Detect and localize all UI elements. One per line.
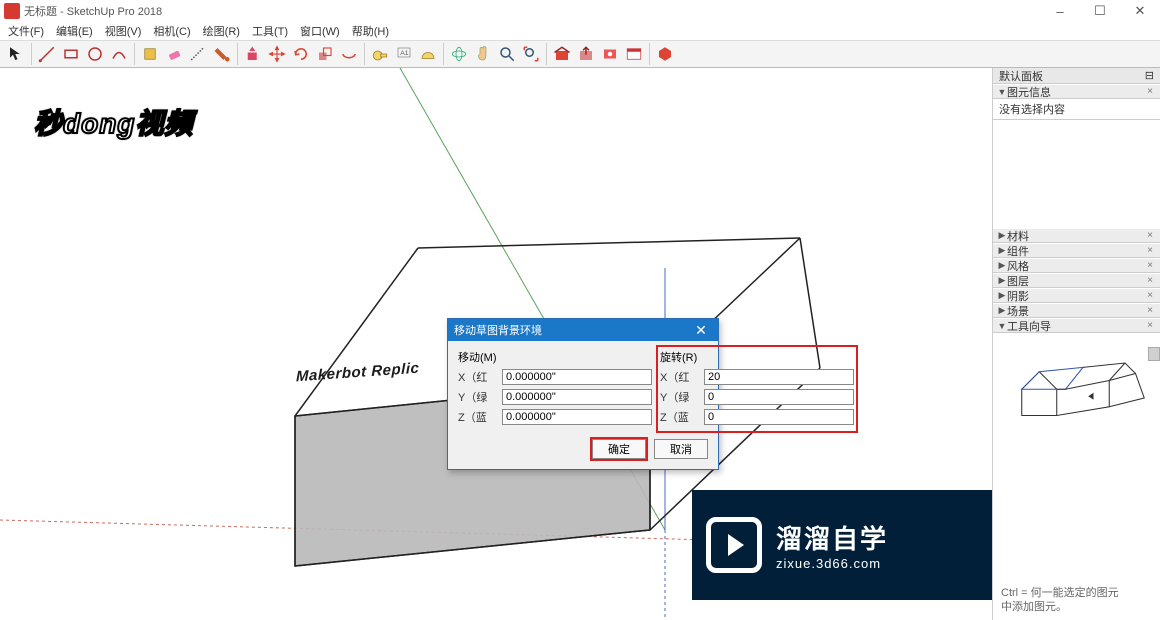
menu-help[interactable]: 帮助(H) [346, 22, 395, 40]
app-icon [4, 3, 20, 19]
maximize-button[interactable]: ☐ [1080, 0, 1120, 22]
orbit-tool-icon[interactable] [447, 42, 471, 66]
section-close-icon[interactable]: × [1144, 290, 1156, 301]
move-y-input[interactable] [502, 389, 652, 405]
section-style[interactable]: 风格 [1007, 258, 1029, 274]
section-instructor[interactable]: 工具向导 [1007, 318, 1051, 334]
instructor-text-line2: 中添加图元。 [1001, 600, 1148, 614]
watermark-logo-1: 秒dong视频 [34, 102, 193, 142]
menu-camera[interactable]: 相机(C) [147, 22, 196, 40]
section-close-icon[interactable]: × [1144, 320, 1156, 331]
menu-draw[interactable]: 绘图(R) [197, 22, 246, 40]
watermark2-line2: zixue.3d66.com [776, 556, 888, 571]
instructor-text-line1: Ctrl = 何一能选定的图元 [1001, 586, 1148, 600]
tray-header-label: 默认面板 [999, 68, 1043, 84]
arc-tool-icon[interactable] [107, 42, 131, 66]
menu-file[interactable]: 文件(F) [2, 22, 50, 40]
zoom-extents-icon[interactable] [519, 42, 543, 66]
tape-tool-icon[interactable] [186, 42, 210, 66]
menu-edit[interactable]: 编辑(E) [50, 22, 99, 40]
rotate-z-label: Z（蓝 [660, 409, 704, 425]
component-tool-icon[interactable] [138, 42, 162, 66]
move-sketch-dialog: 移动草图背景环境 ✕ 移动(M) X（红 Y（绿 Z（蓝 旋转(R) X（红 Y… [447, 318, 719, 470]
offset-tool-icon[interactable] [337, 42, 361, 66]
move-z-input[interactable] [502, 409, 652, 425]
extension-icon[interactable] [598, 42, 622, 66]
move-tool-icon[interactable] [265, 42, 289, 66]
rotate-z-input[interactable] [704, 409, 854, 425]
zoom-tool-icon[interactable] [495, 42, 519, 66]
dialog-cancel-button[interactable]: 取消 [654, 439, 708, 459]
text-tool-icon[interactable]: A1 [392, 42, 416, 66]
main-toolbar: A1 [0, 40, 1160, 68]
scale-tool-icon[interactable] [313, 42, 337, 66]
rotate-x-input[interactable] [704, 369, 854, 385]
paint-tool-icon[interactable] [210, 42, 234, 66]
circle-tool-icon[interactable] [83, 42, 107, 66]
rotate-y-label: Y（绿 [660, 389, 704, 405]
viewport-3d[interactable]: Makerbot Replic 移动草图背景环境 ✕ 移动(M) X（红 Y（绿… [0, 68, 992, 620]
watermark-logo-2: 溜溜自学 zixue.3d66.com [692, 490, 992, 600]
section-close-icon[interactable]: × [1144, 260, 1156, 271]
rotate-x-label: X（红 [660, 369, 704, 385]
dialog-close-button[interactable]: ✕ [690, 322, 712, 339]
warehouse-share-icon[interactable] [574, 42, 598, 66]
section-scene[interactable]: 场景 [1007, 303, 1029, 319]
svg-text:A1: A1 [400, 50, 409, 57]
move-group-label: 移动(M) [458, 349, 652, 365]
section-entity-info[interactable]: 图元信息 [1007, 84, 1051, 100]
warehouse-get-icon[interactable] [550, 42, 574, 66]
section-material[interactable]: 材料 [1007, 228, 1029, 244]
section-close-icon[interactable]: × [1144, 86, 1156, 97]
move-x-label: X（红 [458, 369, 502, 385]
instructor-scrollbar[interactable] [1148, 347, 1160, 361]
line-tool-icon[interactable] [35, 42, 59, 66]
close-window-button[interactable]: ✕ [1120, 0, 1160, 22]
tape-measure-icon[interactable] [368, 42, 392, 66]
menu-view[interactable]: 视图(V) [99, 22, 148, 40]
default-tray-panel: 默认面板 ⊟ ▼图元信息× 没有选择内容 ▶材料× ▶组件× ▶风格× ▶图层×… [992, 68, 1160, 620]
menu-bar: 文件(F) 编辑(E) 视图(V) 相机(C) 绘图(R) 工具(T) 窗口(W… [0, 22, 1160, 40]
minimize-button[interactable]: – [1040, 0, 1080, 22]
select-tool-icon[interactable] [4, 42, 28, 66]
dialog-title: 移动草图背景环境 [454, 322, 542, 338]
rotate-y-input[interactable] [704, 389, 854, 405]
menu-tool[interactable]: 工具(T) [246, 22, 294, 40]
layout-icon[interactable] [622, 42, 646, 66]
section-close-icon[interactable]: × [1144, 275, 1156, 286]
tray-pin-icon[interactable]: ⊟ [1145, 69, 1154, 82]
rotate-tool-icon[interactable] [289, 42, 313, 66]
watermark2-line1: 溜溜自学 [776, 519, 888, 556]
section-close-icon[interactable]: × [1144, 230, 1156, 241]
move-y-label: Y（绿 [458, 389, 502, 405]
section-close-icon[interactable]: × [1144, 245, 1156, 256]
dialog-ok-button[interactable]: 确定 [592, 439, 646, 459]
extension-manager-icon[interactable] [653, 42, 677, 66]
move-z-label: Z（蓝 [458, 409, 502, 425]
menu-window[interactable]: 窗口(W) [294, 22, 346, 40]
protractor-tool-icon[interactable] [416, 42, 440, 66]
rectangle-tool-icon[interactable] [59, 42, 83, 66]
rotate-group-label: 旋转(R) [660, 349, 854, 365]
section-shadow[interactable]: 阴影 [1007, 288, 1029, 304]
window-title: 无标题 - SketchUp Pro 2018 [24, 3, 1040, 19]
section-component[interactable]: 组件 [1007, 243, 1029, 259]
eraser-tool-icon[interactable] [162, 42, 186, 66]
section-layer[interactable]: 图层 [1007, 273, 1029, 289]
pushpull-tool-icon[interactable] [241, 42, 265, 66]
play-icon [706, 517, 762, 573]
instructor-house-icon [1013, 353, 1153, 443]
move-x-input[interactable] [502, 369, 652, 385]
pan-tool-icon[interactable] [471, 42, 495, 66]
instructor-body: Ctrl = 何一能选定的图元 中添加图元。 [993, 333, 1160, 620]
entity-info-body: 没有选择内容 [993, 99, 1160, 120]
section-close-icon[interactable]: × [1144, 305, 1156, 316]
